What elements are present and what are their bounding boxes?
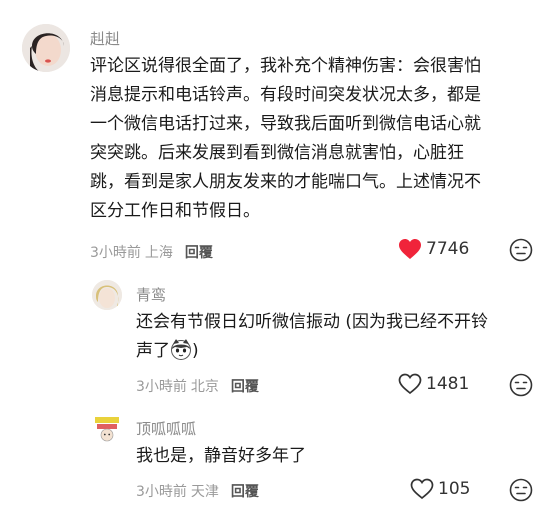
timestamp: 3小時前 [90,245,141,261]
heart-icon [398,373,422,395]
comment-line: 声了) [136,337,546,366]
timestamp: 3小時前 [136,484,187,500]
neutral-face-icon[interactable] [509,373,533,397]
reply-button[interactable]: 回覆 [231,484,259,500]
comment-line: 我也是，静音好多年了 [136,446,306,466]
avatar-image [22,24,70,72]
like-button[interactable]: 105 [410,478,470,500]
reply-item: 顶呱呱呱 我也是，静音好多年了 3小時前 天津 回覆 105 [0,400,555,509]
avatar[interactable] [92,414,122,444]
location: 上海 [144,245,173,261]
timestamp: 3小時前 [136,379,187,395]
reply-button[interactable]: 回覆 [231,379,259,395]
location: 北京 [190,379,219,395]
comment-line: 消息提示和电话铃声。有段时间突发状况太多，都是 [90,85,481,105]
username[interactable]: 青鸾 [136,284,166,305]
comment-meta: 3小時前 北京 回覆 [136,376,259,396]
like-count: 7746 [426,239,470,259]
avatar-image [92,414,122,444]
comment-text: 评论区说得很全面了，我补充个精神伤害：会很害怕 消息提示和电话铃声。有段时间突发… [90,52,550,226]
avatar[interactable] [22,24,70,72]
reply-button[interactable]: 回覆 [185,245,213,261]
avatar[interactable] [92,280,122,310]
heart-icon [399,239,421,259]
location: 天津 [190,484,219,500]
reply-item: 青鸾 还会有节假日幻听微信振动 (因为我已经不开铃 声了) 3小時前 北京 回覆 1… [0,270,555,400]
like-button[interactable]: 1481 [398,373,469,395]
comment-item: 赳赳 评论区说得很全面了，我补充个精神伤害：会很害怕 消息提示和电话铃声。有段时… [0,0,555,270]
like-count: 105 [438,479,471,499]
comment-meta: 3小時前 上海 回覆 [90,242,213,262]
comment-line-text: ) [192,341,199,361]
neutral-face-icon[interactable] [509,238,533,262]
username[interactable]: 顶呱呱呱 [136,418,196,439]
heart-icon [410,478,434,500]
avatar-image [92,280,122,310]
comment-meta: 3小時前 天津 回覆 [136,481,259,501]
comment-line: 一个微信电话打过来，导致我后面听到微信电话心就 [90,114,481,134]
like-button[interactable]: 7746 [398,238,469,260]
comment-line-text: 声了 [136,341,170,361]
comment-line: 跳，看到是家人朋友发来的才能喘口气。上述情况不 [90,172,481,192]
username[interactable]: 赳赳 [90,28,120,49]
comment-line: 突突跳。后来发展到看到微信消息就害怕，心脏狂 [90,143,464,163]
neutral-face-icon[interactable] [509,478,533,502]
comment-line: 评论区说得很全面了，我补充个精神伤害：会很害怕 [90,56,481,76]
comment-line: 区分工作日和节假日。 [90,201,260,221]
comment-text: 我也是，静音好多年了 [136,442,546,471]
comment-text: 还会有节假日幻听微信振动 (因为我已经不开铃 声了) [136,308,546,366]
like-count: 1481 [426,374,470,394]
comment-line: 还会有节假日幻听微信振动 (因为我已经不开铃 [136,312,489,332]
cat-emoji-icon [171,339,191,360]
